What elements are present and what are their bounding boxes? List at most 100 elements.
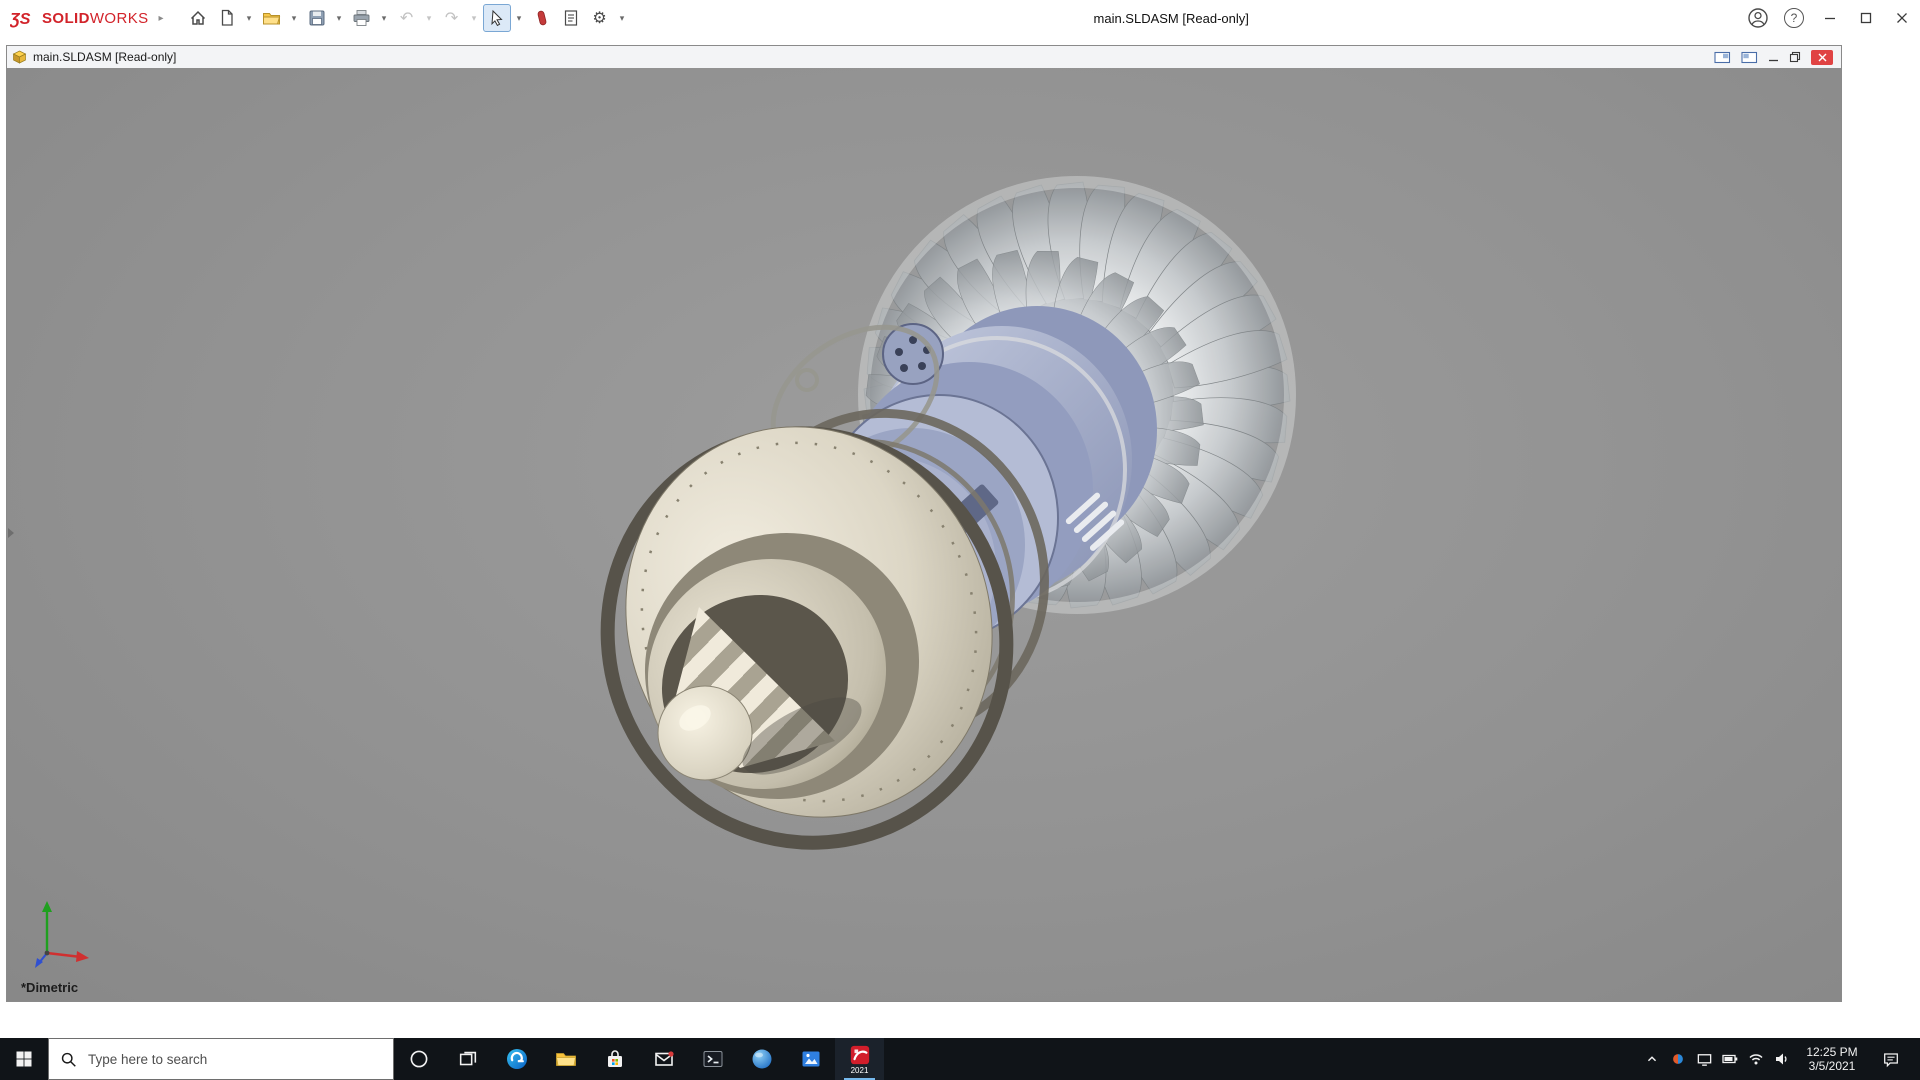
help-button[interactable]: ? bbox=[1776, 0, 1812, 36]
file-properties-button[interactable] bbox=[557, 4, 585, 32]
app-titlebar: ƷS SOLIDWORKS ▸ ▾ ▾ ▾ ▾ ↶ ▾ ↷ ▾ ▾ ⚙ ▾ ma… bbox=[0, 0, 1920, 36]
task-view-button[interactable] bbox=[443, 1038, 492, 1080]
view-orientation-label: *Dimetric bbox=[21, 980, 79, 995]
options-button[interactable]: ⚙ bbox=[586, 4, 614, 32]
panel-collapse-handle[interactable] bbox=[8, 528, 14, 538]
start-button[interactable] bbox=[0, 1038, 48, 1080]
red-tool-icon bbox=[537, 10, 546, 26]
tray-network[interactable] bbox=[1743, 1038, 1769, 1080]
file-properties-icon bbox=[564, 10, 577, 26]
notifications-icon bbox=[1884, 1053, 1898, 1068]
undo-button[interactable]: ↶ bbox=[393, 4, 421, 32]
doc-minimize-icon bbox=[1769, 59, 1778, 61]
pane-right-icon bbox=[1741, 51, 1758, 63]
taskbar-photos-button[interactable] bbox=[786, 1038, 835, 1080]
tray-volume[interactable] bbox=[1769, 1038, 1795, 1080]
home-icon bbox=[190, 10, 205, 25]
photos-icon bbox=[802, 1051, 819, 1067]
select-tool-dropdown[interactable]: ▾ bbox=[512, 4, 527, 32]
taskbar-mail-button[interactable] bbox=[639, 1038, 688, 1080]
doc-restore-button[interactable] bbox=[1789, 51, 1801, 63]
cortana-button[interactable] bbox=[394, 1038, 443, 1080]
clock-time: 12:25 PM bbox=[1806, 1045, 1858, 1059]
open-dropdown[interactable]: ▾ bbox=[287, 4, 302, 32]
solidworks-version-badge: 2021 bbox=[850, 1065, 869, 1075]
maximize-icon bbox=[1860, 12, 1872, 24]
tray-display[interactable] bbox=[1691, 1038, 1717, 1080]
new-document-icon bbox=[221, 9, 233, 26]
taskbar-search-box[interactable] bbox=[48, 1038, 394, 1080]
search-icon bbox=[61, 1052, 76, 1067]
cortana-icon bbox=[410, 1050, 427, 1068]
blue-sphere-app-icon bbox=[752, 1049, 771, 1069]
save-button[interactable] bbox=[303, 4, 331, 32]
open-folder-icon bbox=[263, 13, 281, 25]
select-tool-button[interactable] bbox=[482, 4, 511, 32]
reference-triad bbox=[35, 901, 89, 968]
doc-pane-right-button[interactable] bbox=[1741, 51, 1758, 64]
brand-wordmark: SOLIDWORKS bbox=[42, 9, 149, 27]
doc-restore-icon bbox=[1789, 51, 1801, 63]
action-center-button[interactable] bbox=[1869, 1050, 1913, 1068]
new-document-dropdown[interactable]: ▾ bbox=[242, 4, 257, 32]
task-view-icon bbox=[459, 1051, 476, 1066]
menu-flyout-arrow-icon[interactable]: ▸ bbox=[159, 13, 164, 24]
dassault-3ds-logo-icon: ƷS bbox=[10, 11, 31, 28]
redo-button[interactable]: ↷ bbox=[438, 4, 466, 32]
save-floppy-icon bbox=[309, 10, 325, 26]
display-icon bbox=[1697, 1053, 1711, 1066]
home-button[interactable] bbox=[184, 4, 212, 32]
graphics-area[interactable]: *Dimetric bbox=[7, 68, 1841, 1001]
app-maximize-button[interactable] bbox=[1848, 0, 1884, 36]
windows-taskbar: 2021 bbox=[0, 1038, 1920, 1080]
doc-pane-left-button[interactable] bbox=[1714, 51, 1731, 64]
search-input[interactable] bbox=[86, 1050, 382, 1068]
account-icon bbox=[1748, 8, 1768, 28]
hidden-icons-chevron[interactable] bbox=[1639, 1038, 1665, 1080]
taskbar-store-button[interactable] bbox=[590, 1038, 639, 1080]
file-explorer-icon bbox=[555, 1053, 576, 1066]
undo-dropdown[interactable]: ▾ bbox=[422, 4, 437, 32]
assembly-document-icon bbox=[12, 50, 27, 64]
print-button[interactable] bbox=[348, 4, 376, 32]
document-window: main.SLDASM [Read-only] *Dimetric bbox=[6, 45, 1842, 1002]
doc-minimize-button[interactable] bbox=[1768, 52, 1779, 63]
app-close-button[interactable] bbox=[1884, 0, 1920, 36]
red-tool-button[interactable] bbox=[528, 4, 556, 32]
taskbar-edge-button[interactable] bbox=[492, 1038, 541, 1080]
options-dropdown[interactable]: ▾ bbox=[615, 4, 630, 32]
taskbar-clock[interactable]: 12:25 PM 3/5/2021 bbox=[1795, 1038, 1869, 1080]
quick-access-toolbar: ▾ ▾ ▾ ▾ ↶ ▾ ↷ ▾ ▾ ⚙ ▾ bbox=[184, 4, 630, 32]
save-dropdown[interactable]: ▾ bbox=[332, 4, 347, 32]
solidworks-logo: ƷS SOLIDWORKS bbox=[0, 8, 149, 29]
account-button[interactable] bbox=[1740, 0, 1776, 36]
titlebar-right-controls: ? bbox=[1740, 0, 1920, 36]
system-tray: 12:25 PM 3/5/2021 bbox=[1623, 1038, 1920, 1080]
x-axis-arrow bbox=[76, 951, 89, 962]
taskbar-blue-sphere-button[interactable] bbox=[737, 1038, 786, 1080]
y-axis-arrow bbox=[42, 901, 52, 912]
print-dropdown[interactable]: ▾ bbox=[377, 4, 392, 32]
store-icon bbox=[607, 1050, 622, 1067]
minimize-icon bbox=[1825, 17, 1835, 20]
edge-icon bbox=[506, 1049, 527, 1069]
terminal-icon bbox=[703, 1051, 722, 1067]
pane-left-icon bbox=[1714, 51, 1731, 63]
doc-close-button[interactable] bbox=[1811, 49, 1833, 65]
chevron-up-icon bbox=[1647, 1056, 1657, 1062]
tray-battery[interactable] bbox=[1717, 1038, 1743, 1080]
taskbar-solidworks-button[interactable]: 2021 bbox=[835, 1038, 884, 1080]
new-document-button[interactable] bbox=[213, 4, 241, 32]
open-button[interactable] bbox=[258, 4, 286, 32]
desktop-root: { "app_titlebar": { "brand_mark": "3DS",… bbox=[0, 0, 1920, 1080]
document-titlebar[interactable]: main.SLDASM [Read-only] bbox=[7, 46, 1841, 69]
redo-dropdown[interactable]: ▾ bbox=[467, 4, 482, 32]
tray-color-app[interactable] bbox=[1665, 1038, 1691, 1080]
app-minimize-button[interactable] bbox=[1812, 0, 1848, 36]
taskbar-terminal-button[interactable] bbox=[688, 1038, 737, 1080]
app-window-title: main.SLDASM [Read-only] bbox=[1093, 10, 1249, 26]
taskbar-file-explorer-button[interactable] bbox=[541, 1038, 590, 1080]
svg-text:ƷS: ƷS bbox=[10, 11, 31, 28]
doc-close-icon bbox=[1818, 53, 1826, 61]
engine-3d-model[interactable] bbox=[7, 68, 1841, 1001]
